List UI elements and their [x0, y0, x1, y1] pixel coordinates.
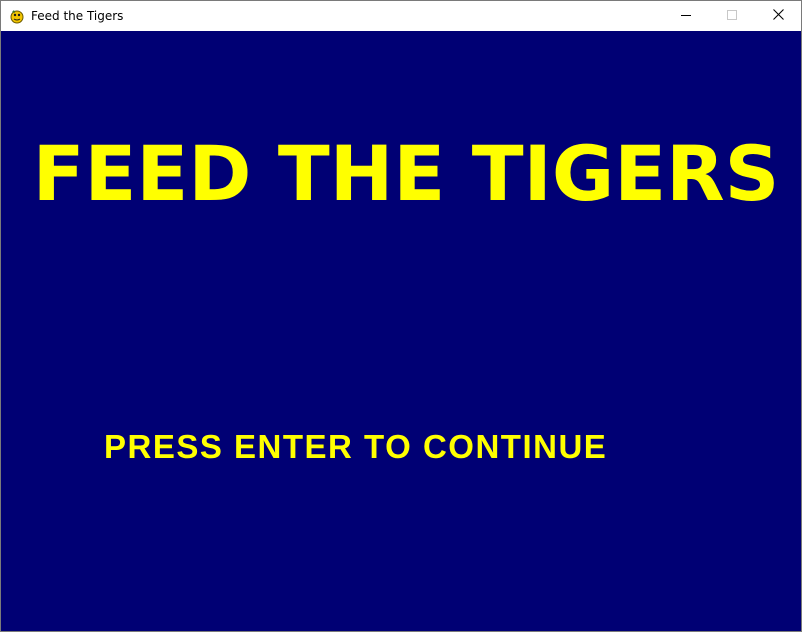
- close-icon: [772, 7, 784, 25]
- pygame-icon: [9, 8, 25, 24]
- title-bar[interactable]: Feed the Tigers: [1, 1, 801, 31]
- minimize-icon: [681, 7, 691, 25]
- game-canvas[interactable]: FEED THE TIGERS PRESS ENTER TO CONTINUE: [1, 31, 801, 631]
- maximize-button[interactable]: [709, 1, 755, 31]
- press-enter-prompt: PRESS ENTER TO CONTINUE: [104, 428, 608, 465]
- maximize-icon: [727, 7, 737, 25]
- game-title: FEED THE TIGERS: [32, 129, 780, 218]
- close-button[interactable]: [755, 1, 801, 31]
- window-title: Feed the Tigers: [31, 9, 124, 23]
- minimize-button[interactable]: [663, 1, 709, 31]
- app-window: Feed the Tigers FEED THE TIGERS PRESS EN…: [0, 0, 802, 632]
